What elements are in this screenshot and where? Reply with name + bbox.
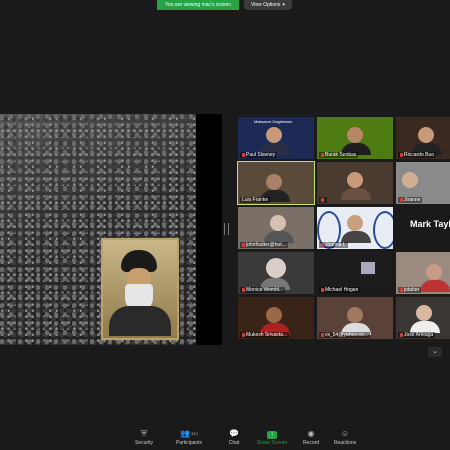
participant-tile[interactable]: Mukesh Srivasta... bbox=[238, 297, 314, 339]
participant-name: vx_54@yahoo.co... bbox=[319, 332, 370, 338]
participant-name: Luis Franke bbox=[240, 197, 271, 203]
security-label: Security bbox=[134, 440, 154, 446]
mic-muted-icon bbox=[321, 288, 324, 292]
banner-text: Massacre Daghestan bbox=[254, 119, 292, 124]
gallery-scroll-down-button[interactable]: ⌄ bbox=[428, 347, 442, 357]
background-screen bbox=[361, 262, 375, 274]
gallery-view: Massacre Daghestan Paul Slavney Burak Se… bbox=[237, 117, 450, 345]
participant-tile[interactable]: jotaher bbox=[396, 252, 450, 294]
participants-icon: 👥312 bbox=[180, 429, 198, 438]
participant-tile-active[interactable]: Luis Franke bbox=[237, 161, 315, 205]
mic-muted-icon bbox=[321, 198, 324, 202]
mic-muted-icon bbox=[400, 333, 403, 337]
participant-tile[interactable]: Monica Wembl... bbox=[238, 252, 314, 294]
participant-count: 312 bbox=[191, 431, 198, 436]
share-screen-button[interactable]: ↑ Share Screen bbox=[250, 429, 294, 447]
participant-name: jotaher bbox=[398, 287, 422, 293]
shield-icon: ⛨ bbox=[141, 429, 147, 438]
participant-name: Monica Wembl... bbox=[240, 287, 286, 293]
portrait-image bbox=[101, 238, 179, 340]
participant-name bbox=[319, 197, 327, 203]
mic-muted-icon bbox=[321, 153, 324, 157]
reactions-icon: ☺ bbox=[340, 429, 350, 438]
view-options-button[interactable]: View Options ▾ bbox=[244, 0, 292, 10]
split-view-handle[interactable] bbox=[224, 223, 229, 235]
mic-muted-icon bbox=[242, 243, 245, 247]
mic-muted-icon bbox=[400, 153, 403, 157]
participant-tile[interactable]: Burak Senbas bbox=[317, 117, 393, 159]
participant-tile[interactable]: johnfoutter@hot... bbox=[238, 207, 314, 249]
participant-tile[interactable]: Michael Hogan bbox=[317, 252, 393, 294]
participant-name: johnfoutter@hot... bbox=[240, 242, 288, 248]
participant-tile[interactable]: Joanna L bbox=[317, 207, 393, 249]
participant-tile-no-video[interactable]: Mark Taylo bbox=[396, 207, 450, 249]
reactions-button[interactable]: ☺ Reactions bbox=[323, 429, 367, 447]
reactions-label: Reactions bbox=[333, 440, 357, 446]
participant-tile[interactable]: Joanne bbox=[396, 162, 450, 204]
meeting-top-bar: You are viewing mac's screen View Option… bbox=[0, 0, 450, 10]
logo-right bbox=[373, 211, 393, 249]
meeting-toolbar: ⛨ Security 👥312 Participants 💬 Chat ↑ Sh… bbox=[0, 425, 450, 450]
security-button[interactable]: ⛨ Security bbox=[122, 429, 166, 447]
mic-muted-icon bbox=[321, 333, 324, 337]
participant-name: Paul Slavney bbox=[240, 152, 278, 158]
participant-tile[interactable]: vx_54@yahoo.co... bbox=[317, 297, 393, 339]
mic-muted-icon bbox=[242, 288, 245, 292]
participants-button[interactable]: 👥312 Participants bbox=[167, 429, 211, 447]
mic-muted-icon bbox=[321, 243, 324, 247]
chevron-down-icon: ▾ bbox=[282, 2, 285, 8]
share-screen-label: Share Screen bbox=[256, 440, 288, 446]
participant-name: Mukesh Srivasta... bbox=[240, 332, 290, 338]
viewing-share-status: You are viewing mac's screen bbox=[157, 0, 239, 10]
view-options-label: View Options bbox=[251, 2, 281, 8]
participant-name: Michael Hogan bbox=[319, 287, 361, 293]
mic-muted-icon bbox=[400, 198, 403, 202]
participant-display-name: Mark Taylo bbox=[410, 219, 450, 229]
participant-name: Burak Senbas bbox=[319, 152, 359, 158]
participant-tile[interactable]: Jose Arteaga bbox=[396, 297, 450, 339]
participants-label: Participants bbox=[175, 440, 203, 446]
chevron-down-icon: ⌄ bbox=[432, 348, 438, 355]
mic-muted-icon bbox=[242, 333, 245, 337]
participant-name: Joanne bbox=[398, 197, 423, 203]
participant-name: Joanna L bbox=[319, 242, 348, 248]
mic-muted-icon bbox=[242, 153, 245, 157]
share-screen-icon: ↑ bbox=[250, 429, 294, 439]
participant-tile[interactable] bbox=[317, 162, 393, 204]
mic-muted-icon bbox=[400, 288, 403, 292]
participant-tile[interactable]: Massacre Daghestan Paul Slavney bbox=[238, 117, 314, 159]
participant-name: Jose Arteaga bbox=[398, 332, 436, 338]
participant-name: Riccardo Buo bbox=[398, 152, 437, 158]
participant-tile[interactable]: Riccardo Buo bbox=[396, 117, 450, 159]
